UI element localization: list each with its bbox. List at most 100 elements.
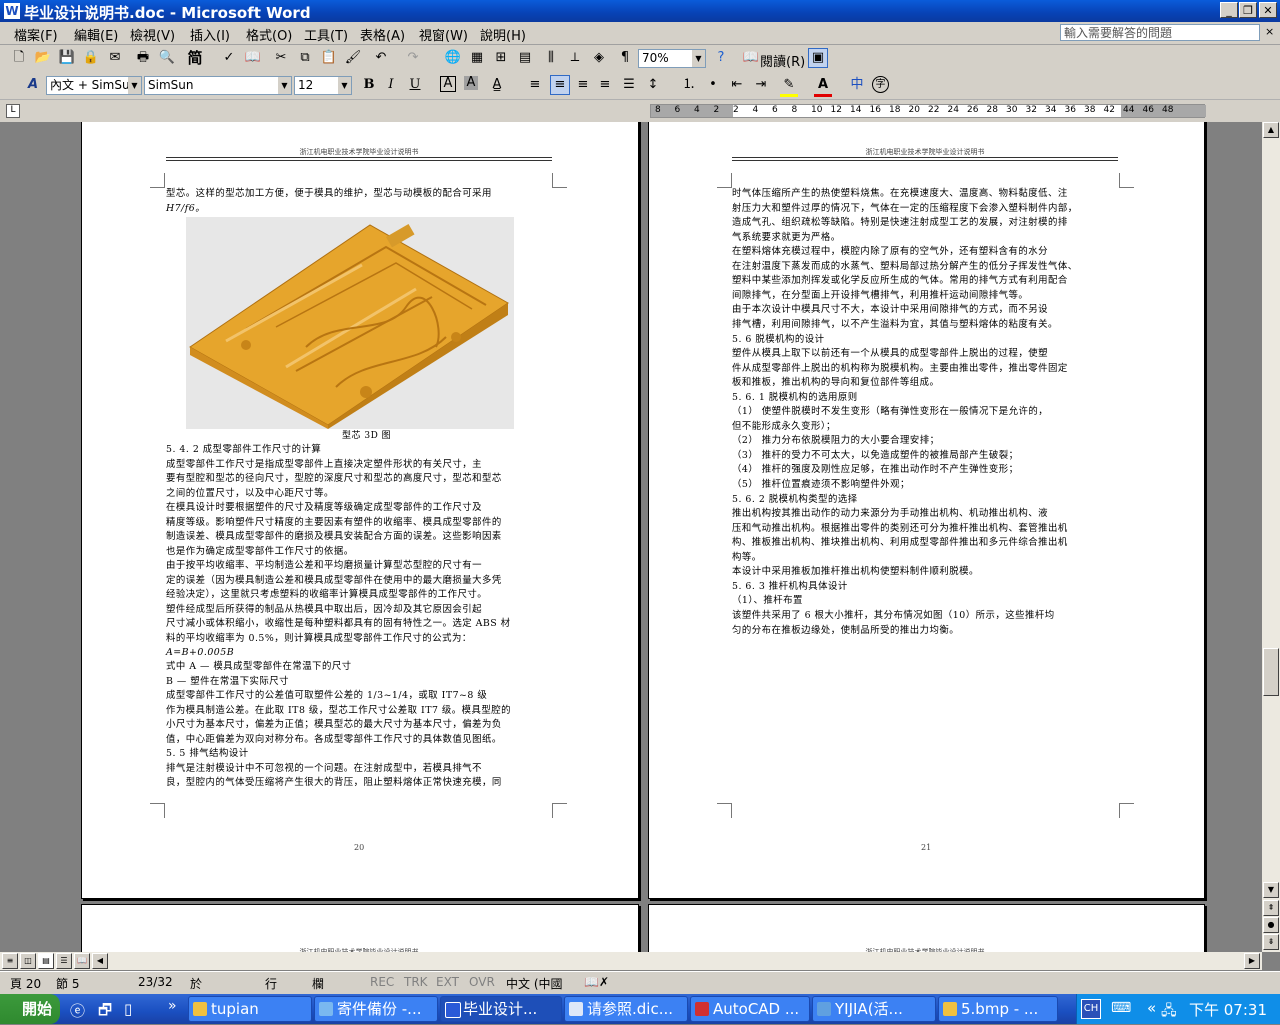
menu-tools[interactable]: 工具(T) (304, 25, 348, 44)
page-22[interactable]: 浙江机电职业技术学院毕业设计说明书 (81, 904, 639, 952)
enclose-char-icon[interactable]: 字 (872, 76, 889, 93)
page-21[interactable]: 浙江机电职业技术学院毕业设计说明书 时气体压缩所产生的热使塑料烧焦。在充模速度大… (648, 122, 1205, 899)
align-center-icon[interactable]: ≡ (574, 76, 592, 94)
save-icon[interactable]: 💾 (58, 49, 76, 67)
justify-icon[interactable]: ≡ (526, 76, 544, 94)
task-bmp[interactable]: 5.bmp - ... (938, 996, 1058, 1022)
spelling-status-icon[interactable]: 📖✗ (584, 975, 609, 989)
help-icon[interactable]: ? (712, 49, 730, 67)
new-icon[interactable]: 🗋 (10, 49, 28, 67)
bullets-icon[interactable]: • (704, 76, 722, 94)
show-hide-icon[interactable]: ¶ (616, 49, 634, 67)
status-ovr[interactable]: OVR (469, 975, 495, 989)
email-icon[interactable]: ✉ (106, 49, 124, 67)
permission-icon[interactable]: 🔒 (82, 49, 100, 67)
menu-view[interactable]: 檢視(V) (130, 25, 175, 44)
spelling-icon[interactable]: ✓ (220, 49, 238, 67)
char-border-icon[interactable]: A (440, 76, 456, 92)
quick-launch-ie-icon[interactable]: ⓔ (70, 1000, 85, 1021)
read-icon[interactable]: 📖 (742, 49, 760, 67)
horizontal-scrollbar[interactable]: ≡ ◫ ▤ ☰ 📖 ◀ ▶ (0, 952, 1262, 970)
paste-icon[interactable]: 📋 (320, 49, 338, 67)
task-mail[interactable]: 寄件備份 -... (314, 996, 438, 1022)
menu-table[interactable]: 表格(A) (360, 25, 405, 44)
font-size-select[interactable]: 12 ▼ (294, 76, 352, 95)
quick-launch-icon[interactable]: ▯ (124, 1000, 132, 1018)
task-doc[interactable]: 请参照.dic... (564, 996, 688, 1022)
undo-icon[interactable]: ↶ (372, 49, 390, 67)
tab-selector-icon[interactable]: L (6, 104, 20, 118)
outline-view-icon[interactable]: ☰ (56, 953, 72, 969)
highlight-icon[interactable]: ✎ (780, 76, 798, 97)
quick-launch-icon[interactable]: 🗗 (98, 1000, 112, 1025)
menu-format[interactable]: 格式(O) (246, 25, 292, 44)
reading-view-icon[interactable]: 📖 (74, 953, 90, 969)
scroll-down-icon[interactable]: ▼ (1263, 882, 1279, 898)
tables-borders-icon[interactable]: ▦ (468, 49, 486, 67)
increase-indent-icon[interactable]: ⇥ (752, 76, 770, 94)
restore-icon[interactable]: ❐ (1239, 2, 1257, 18)
status-trk[interactable]: TRK (404, 975, 428, 989)
status-rec[interactable]: REC (370, 975, 394, 989)
research-icon[interactable]: 📖 (244, 49, 262, 67)
quick-launch-more-icon[interactable]: » (168, 998, 177, 1014)
previous-page-icon[interactable]: ⇞ (1263, 900, 1279, 916)
bold-icon[interactable]: B (360, 76, 378, 94)
scroll-left-icon[interactable]: ◀ (92, 953, 108, 969)
font-select[interactable]: SimSun ▼ (144, 76, 292, 95)
ime-indicator[interactable]: CH (1081, 999, 1101, 1019)
menu-window[interactable]: 視窗(W) (419, 25, 468, 44)
char-scale-icon[interactable]: A̳ (488, 76, 506, 94)
underline-icon[interactable]: U (406, 76, 424, 94)
print-view-icon[interactable]: ▤ (38, 953, 54, 969)
capture-icon[interactable]: ▣ (808, 48, 828, 68)
style-select[interactable]: 內文 + SimSun ▼ (46, 76, 142, 95)
insert-excel-icon[interactable]: ▤ (516, 49, 534, 67)
help-search-input[interactable]: 輸入需要解答的問題 (1060, 24, 1260, 41)
task-autocad[interactable]: AutoCAD ... (690, 996, 810, 1022)
print-preview-icon[interactable]: 🔍 (158, 49, 176, 67)
tray-expand-icon[interactable]: « (1147, 999, 1156, 1017)
task-word[interactable]: 毕业设计... (440, 996, 562, 1022)
numbering-icon[interactable]: ⒈ (680, 76, 698, 94)
align-left-icon[interactable]: ≡ (550, 75, 570, 95)
page-23[interactable]: 浙江机电职业技术学院毕业设计说明书 (648, 904, 1205, 952)
task-yijia[interactable]: YIJIA(活... (812, 996, 936, 1022)
insert-table-icon[interactable]: ⊞ (492, 49, 510, 67)
align-right-icon[interactable]: ≡ (596, 76, 614, 94)
traditional-simplified-icon[interactable]: 简 (186, 49, 204, 67)
italic-icon[interactable]: I (382, 76, 400, 94)
copy-icon[interactable]: ⧉ (296, 49, 314, 67)
task-tupian[interactable]: tupian (188, 996, 312, 1022)
cut-icon[interactable]: ✂ (272, 49, 290, 67)
page-20[interactable]: 浙江机电职业技术学院毕业设计说明书 型芯。这样的型芯加工方便，便于模具的维护，型… (81, 122, 639, 899)
vertical-scrollbar[interactable]: ▲ ▼ ⇞ ● ⇟ (1262, 122, 1280, 952)
word-app-icon[interactable]: W (4, 3, 20, 19)
menu-insert[interactable]: 插入(I) (190, 25, 230, 44)
menu-edit[interactable]: 編輯(E) (74, 25, 118, 44)
document-area[interactable]: 浙江机电职业技术学院毕业设计说明书 型芯。这样的型芯加工方便，便于模具的维护，型… (0, 122, 1262, 952)
print-icon[interactable]: 🖶 (134, 49, 152, 67)
close-document-icon[interactable]: × (1265, 25, 1274, 38)
horizontal-ruler[interactable]: L 8 6 4 2 2 4 6 8 10 12 14 16 18 20 22 24 26 28 30 32 34 36 38… (0, 100, 1280, 122)
asian-layout-icon[interactable]: 中 (848, 76, 866, 94)
close-icon[interactable]: ✕ (1259, 2, 1277, 18)
scroll-right-icon[interactable]: ▶ (1244, 953, 1260, 969)
web-view-icon[interactable]: ◫ (20, 953, 36, 969)
minimize-icon[interactable]: _ (1220, 2, 1238, 18)
next-page-icon[interactable]: ⇟ (1263, 934, 1279, 950)
styles-formatting-icon[interactable]: A (24, 76, 42, 94)
start-button[interactable]: 開始 (0, 994, 60, 1024)
network-icon[interactable]: 🖧 (1161, 1000, 1177, 1024)
hyperlink-icon[interactable]: 🌐 (444, 49, 462, 67)
line-spacing-icon[interactable]: ↕ (644, 76, 662, 94)
menu-help[interactable]: 說明(H) (480, 25, 526, 44)
drawing-icon[interactable]: ⟂ (566, 49, 584, 67)
char-shading-icon[interactable]: A (464, 76, 478, 90)
font-color-icon[interactable]: A (814, 76, 832, 97)
menu-file[interactable]: 檔案(F) (14, 25, 58, 44)
redo-icon[interactable]: ↷ (404, 49, 422, 67)
scroll-up-icon[interactable]: ▲ (1263, 122, 1279, 138)
columns-icon[interactable]: ⫼ (542, 49, 560, 67)
format-painter-icon[interactable]: 🖌 (344, 49, 362, 67)
